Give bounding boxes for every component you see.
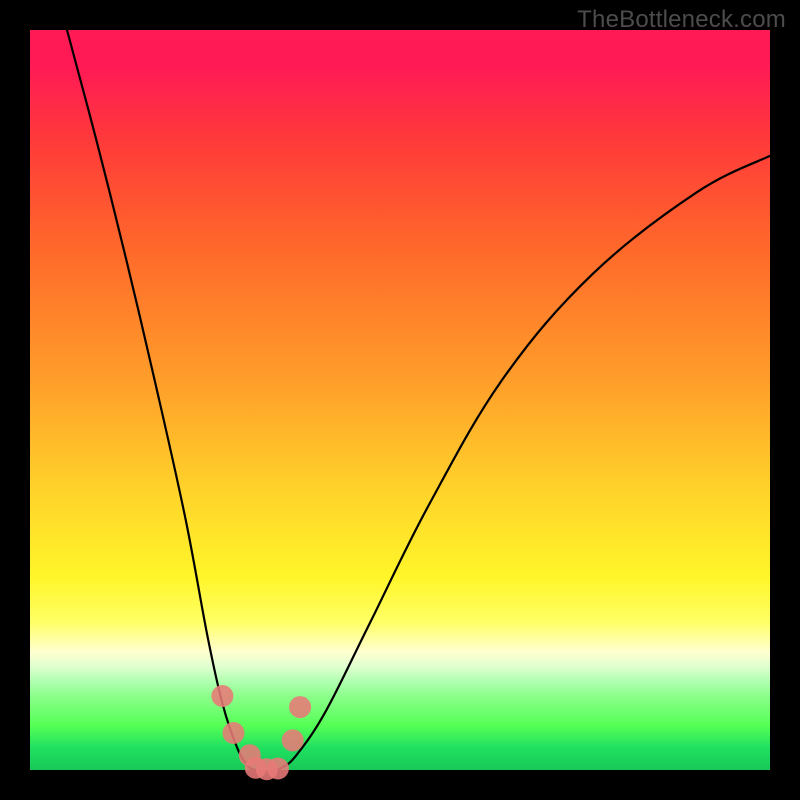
marker-right-b bbox=[289, 696, 311, 718]
marker-left-b bbox=[223, 722, 245, 744]
curve-right-arm bbox=[274, 156, 770, 770]
marker-right-a bbox=[282, 729, 304, 751]
chart-frame bbox=[30, 30, 770, 770]
marker-left-a bbox=[211, 685, 233, 707]
chart-svg bbox=[30, 30, 770, 770]
curve-left-arm bbox=[67, 30, 256, 770]
marker-bottom-c bbox=[267, 758, 289, 780]
curve-group bbox=[67, 30, 770, 770]
marker-group bbox=[211, 685, 311, 780]
